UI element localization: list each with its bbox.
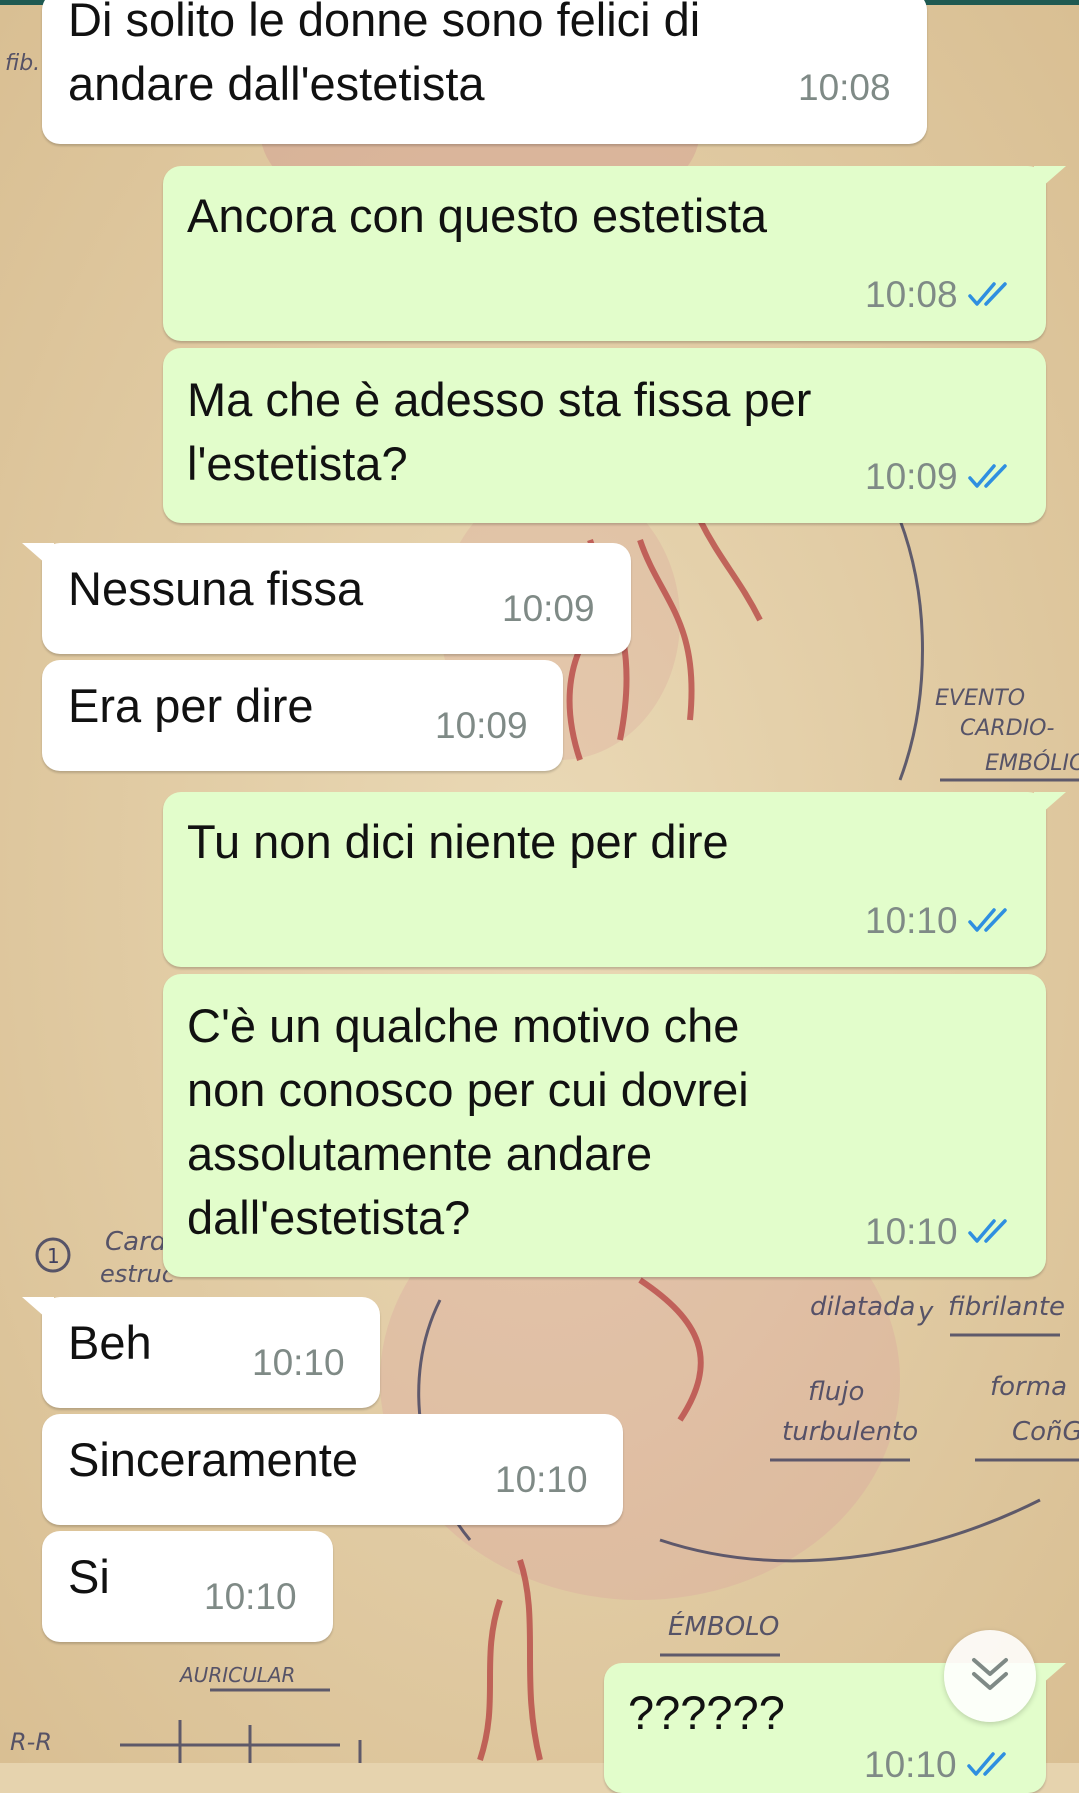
wallpaper-label: EVENTO (935, 686, 1025, 711)
incoming-message[interactable]: Beh 10:10 (22, 1297, 380, 1408)
message-meta: 10:10 (865, 901, 1014, 941)
wallpaper-label: Card (105, 1227, 167, 1257)
message-text: ?????? (628, 1686, 785, 1739)
message-text: Si (68, 1550, 110, 1603)
wallpaper-label: 1 (47, 1244, 60, 1268)
wallpaper-label: fib. (5, 51, 40, 76)
message-meta: 10:10 (252, 1343, 345, 1383)
message-time: 10:10 (495, 1459, 588, 1500)
incoming-message[interactable]: Di solito le donne sono felici di andare… (42, 0, 927, 144)
wallpaper-label: CARDIO- (960, 716, 1054, 741)
bubble-tail (22, 1297, 54, 1325)
message-time: 10:10 (864, 1744, 957, 1785)
bubble-tail (1034, 1663, 1066, 1691)
wallpaper-label: EMBÓLIC (985, 750, 1079, 776)
outgoing-message[interactable]: Ma che è adesso sta fissa per l'estetist… (163, 348, 1046, 523)
message-text: Beh (68, 1316, 152, 1369)
message-time: 10:09 (435, 705, 528, 746)
message-text: Nessuna fissa (68, 562, 364, 615)
wallpaper-label: flujo (808, 1377, 864, 1407)
message-time: 10:10 (204, 1576, 297, 1617)
read-receipt-icon (967, 908, 1007, 932)
outgoing-message[interactable]: Ancora con questo estetista 10:08 (163, 166, 1066, 341)
message-time: 10:09 (865, 456, 958, 497)
message-meta: 10:08 (798, 68, 891, 108)
wallpaper-label: AURICULAR (178, 1663, 295, 1687)
message-text: Era per dire (68, 679, 314, 732)
bubble-tail (1034, 166, 1066, 194)
wallpaper-label: forma (990, 1372, 1067, 1402)
message-time: 10:08 (865, 274, 958, 315)
message-text: Tu non dici niente per dire (187, 815, 729, 868)
bubble-tail (22, 543, 54, 571)
message-text: Di solito le donne sono felici di andare… (68, 0, 701, 110)
message-meta: 10:09 (435, 706, 528, 746)
incoming-message[interactable]: Si 10:10 (42, 1531, 333, 1642)
message-text: Ma che è adesso sta fissa per l'estetist… (187, 373, 812, 490)
message-text: Ancora con questo estetista (187, 189, 768, 242)
message-meta: 10:10 (204, 1577, 297, 1617)
message-meta: 10:09 (502, 589, 595, 629)
wallpaper-label: CoñG (1012, 1417, 1079, 1447)
read-receipt-icon (966, 1752, 1006, 1776)
message-time: 10:09 (502, 588, 595, 629)
bubble-tail (1034, 792, 1066, 820)
incoming-message[interactable]: Sinceramente 10:10 (42, 1414, 623, 1525)
wallpaper-label: dilatada (810, 1292, 915, 1322)
message-text: Sinceramente (68, 1433, 358, 1486)
message-text: C'è un qualche motivo che non conosco pe… (187, 999, 749, 1244)
wallpaper-label: R-R (10, 1728, 52, 1756)
message-time: 10:10 (865, 900, 958, 941)
message-meta: 10:08 (865, 275, 1014, 315)
incoming-message[interactable]: Era per dire 10:09 (42, 660, 563, 771)
message-meta: 10:09 (865, 457, 1014, 497)
message-meta: 10:10 (865, 1212, 1014, 1252)
wallpaper-label: fibrilante (948, 1292, 1065, 1322)
message-meta: 10:10 (495, 1460, 588, 1500)
message-time: 10:08 (798, 67, 891, 108)
message-meta: 10:10 (864, 1745, 1013, 1785)
read-receipt-icon (967, 282, 1007, 306)
read-receipt-icon (967, 1219, 1007, 1243)
outgoing-message[interactable]: C'è un qualche motivo che non conosco pe… (163, 974, 1046, 1277)
scroll-to-bottom-button[interactable] (944, 1630, 1036, 1722)
double-chevron-down-icon (972, 1658, 1008, 1690)
outgoing-message[interactable]: Tu non dici niente per dire 10:10 (163, 792, 1066, 967)
message-time: 10:10 (865, 1211, 958, 1252)
wallpaper-label: ÉMBOLO (668, 1610, 779, 1642)
message-time: 10:10 (252, 1342, 345, 1383)
incoming-message[interactable]: Nessuna fissa 10:09 (22, 543, 631, 654)
read-receipt-icon (967, 464, 1007, 488)
wallpaper-label: turbulento (782, 1417, 918, 1447)
wallpaper-label: y (917, 1297, 934, 1327)
